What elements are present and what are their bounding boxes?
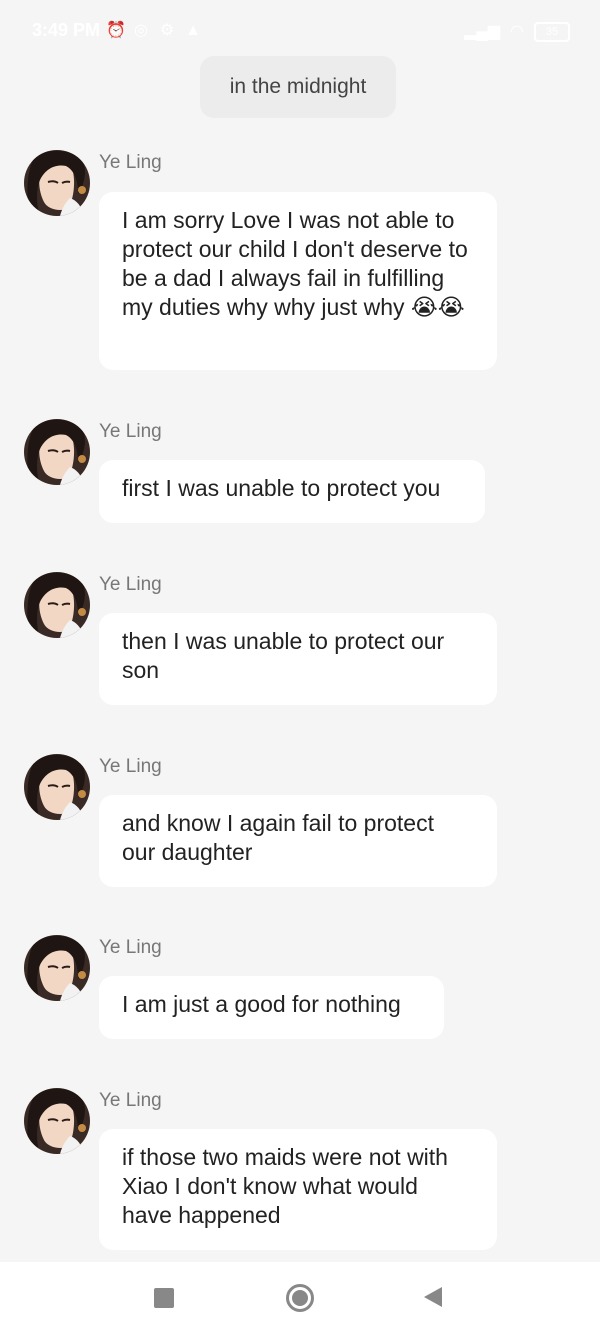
message-bubble[interactable]: first I was unable to protect you [99, 460, 485, 523]
sender-name: Ye Ling [99, 421, 162, 442]
sender-name: Ye Ling [99, 1090, 162, 1111]
status-time: 3:49 PM [32, 20, 101, 40]
gear-icon: ⚙ [159, 22, 175, 39]
signal-icon: ▂▄▆ [464, 23, 501, 40]
message-bubble[interactable]: then I was unable to protect our son [99, 613, 497, 705]
sender-name: Ye Ling [99, 574, 162, 595]
message-bubble[interactable]: if those two maids were not with Xiao I … [99, 1129, 497, 1250]
avatar[interactable] [24, 935, 90, 1001]
whatsapp-icon: ◎ [134, 22, 148, 39]
time-separator: in the midnight [200, 56, 396, 118]
message-bubble[interactable]: and know I again fail to protect our dau… [99, 795, 497, 887]
message-bubble[interactable]: I am sorry Love I was not able to protec… [99, 192, 497, 370]
avatar[interactable] [24, 572, 90, 638]
avatar[interactable] [24, 754, 90, 820]
avatar[interactable] [24, 1088, 90, 1154]
message-bubble[interactable]: I am just a good for nothing [99, 976, 444, 1039]
back-icon[interactable] [424, 1287, 442, 1307]
navigation-bar [0, 1262, 600, 1333]
status-notification-icons: ⏰ ◎ ⚙ ▲ [106, 22, 202, 40]
sender-name: Ye Ling [99, 937, 162, 958]
avatar[interactable] [24, 150, 90, 216]
battery-icon: 35 [534, 22, 570, 42]
avatar[interactable] [24, 419, 90, 485]
status-system-icons: ▂▄▆ ◠ 35 [464, 22, 570, 42]
sender-name: Ye Ling [99, 756, 162, 777]
home-icon[interactable] [286, 1284, 314, 1312]
sender-name: Ye Ling [99, 152, 162, 173]
wifi-icon: ◠ [510, 23, 524, 40]
home-icon-dot [292, 1290, 308, 1306]
warning-icon: ▲ [185, 22, 201, 39]
alarm-icon: ⏰ [106, 22, 126, 39]
recent-apps-icon[interactable] [154, 1288, 174, 1308]
